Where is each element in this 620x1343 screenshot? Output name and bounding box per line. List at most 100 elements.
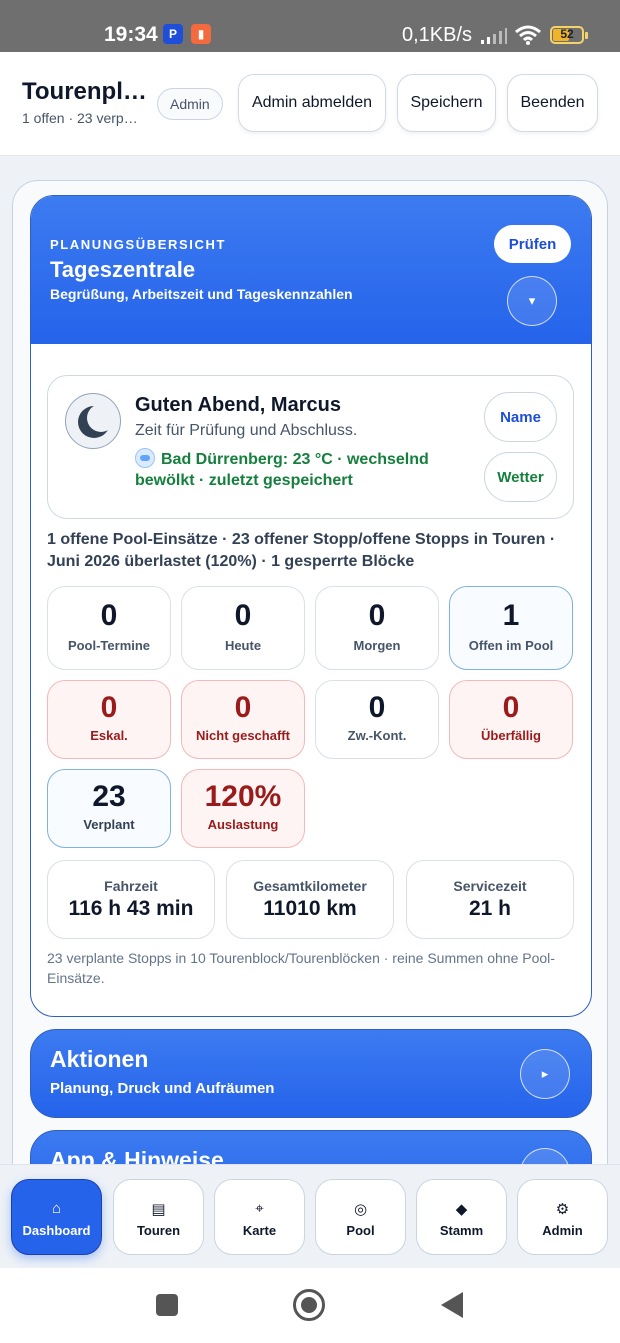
app-hints-title: App & Hinweise	[50, 1147, 224, 1164]
stat-ueberfaellig[interactable]: 0 Überfällig	[449, 680, 573, 759]
metric-label: Gesamtkilometer	[253, 878, 367, 894]
stat-value: 0	[234, 691, 252, 724]
nav-label: Karte	[242, 1223, 277, 1238]
metric-value: 116 h 43 min	[68, 897, 194, 920]
recorder-icon: ▮	[191, 24, 211, 44]
nav-karte[interactable]: ⌖ Karte	[214, 1179, 305, 1255]
home-icon: ⌂	[51, 1200, 62, 1217]
nav-touren[interactable]: ▤ Touren	[113, 1179, 204, 1255]
gear-icon: ⚙	[555, 1201, 570, 1218]
paypal-icon: P	[163, 24, 183, 44]
nav-pool[interactable]: ◎ Pool	[315, 1179, 406, 1255]
stat-value: 1	[502, 599, 520, 632]
weather-line: Bad Dürrenberg: 23 °C · wechselnd bewölk…	[135, 448, 435, 491]
stat-verplant[interactable]: 23 Verplant	[47, 769, 171, 848]
greeting-headline: Guten Abend, Marcus	[135, 394, 341, 416]
role-badge: Admin	[157, 88, 223, 120]
nav-stamm[interactable]: ◆ Stamm	[416, 1179, 507, 1255]
weather-toggle-icon	[135, 448, 155, 468]
battery-icon: 52	[550, 26, 588, 44]
app-subtitle: 1 offen · 23 verp…	[22, 110, 138, 126]
stat-label: Verplant	[83, 817, 135, 832]
metric-gesamtkilometer: Gesamtkilometer 11010 km	[226, 860, 394, 939]
check-button[interactable]: Prüfen	[494, 225, 571, 263]
stat-auslastung[interactable]: 120% Auslastung	[181, 769, 305, 848]
moon-icon	[65, 393, 121, 449]
metric-fahrzeit: Fahrzeit 116 h 43 min	[47, 860, 215, 939]
nav-label: Admin	[542, 1223, 583, 1238]
expand-icon[interactable]: ▸	[520, 1049, 570, 1099]
stat-label: Zw.-Kont.	[347, 728, 407, 743]
collapse-toggle-icon[interactable]: ▾	[507, 276, 557, 326]
expand-icon[interactable]	[520, 1148, 570, 1164]
stat-value: 23	[92, 780, 126, 813]
nav-dashboard[interactable]: ⌂ Dashboard	[11, 1179, 102, 1255]
greeting-card: Guten Abend, Marcus Zeit für Prüfung und…	[47, 375, 574, 519]
status-bar: 19:34 P ▮ 0,1KB/s 52	[0, 0, 620, 52]
recents-icon[interactable]	[156, 1294, 178, 1316]
name-button[interactable]: Name	[484, 392, 557, 442]
nav-admin[interactable]: ⚙ Admin	[517, 1179, 608, 1255]
app-title: Tourenpl…	[22, 78, 147, 105]
stops-note: 23 verplante Stopps in 10 Tourenblock/To…	[47, 950, 555, 986]
battery-level: 52	[560, 27, 574, 41]
actions-title: Aktionen	[50, 1046, 149, 1072]
actions-section-header[interactable]: Aktionen Planung, Druck und Aufräumen ▸	[30, 1029, 592, 1118]
overview-header[interactable]: PLANUNGSÜBERSICHT Tageszentrale Begrüßun…	[31, 196, 591, 344]
admin-logout-button[interactable]: Admin abmelden	[238, 74, 386, 132]
weather-button[interactable]: Wetter	[484, 452, 557, 502]
bottom-nav: ⌂ Dashboard ▤ Touren ⌖ Karte ◎ Pool ◆ St…	[0, 1164, 620, 1268]
list-icon: ▤	[151, 1201, 166, 1218]
quit-button[interactable]: Beenden	[507, 74, 598, 132]
stat-value: 0	[368, 599, 386, 632]
stat-zwischenkontrolle[interactable]: 0 Zw.-Kont.	[315, 680, 439, 759]
stat-value: 0	[502, 691, 520, 724]
overview-description: Begrüßung, Arbeitszeit und Tageskennzahl…	[50, 286, 353, 302]
main-content[interactable]: PLANUNGSÜBERSICHT Tageszentrale Begrüßun…	[0, 156, 620, 1164]
summary-text: 1 offene Pool-Einsätze · 23 offener Stop…	[47, 531, 556, 570]
stat-label: Morgen	[353, 638, 401, 653]
overview-eyebrow: PLANUNGSÜBERSICHT	[50, 237, 226, 252]
nav-label: Touren	[136, 1223, 181, 1238]
status-time: 19:34	[104, 23, 158, 46]
metric-label: Fahrzeit	[104, 878, 158, 894]
signal-icon	[481, 28, 507, 44]
stat-value: 120%	[204, 780, 282, 813]
nav-label: Pool	[346, 1223, 375, 1238]
weather-text: Bad Dürrenberg: 23 °C · wechselnd bewölk…	[135, 451, 429, 489]
overview-title: Tageszentrale	[50, 257, 196, 282]
stat-heute[interactable]: 0 Heute	[181, 586, 305, 670]
overview-panel: PLANUNGSÜBERSICHT Tageszentrale Begrüßun…	[30, 195, 592, 1017]
stat-label: Auslastung	[207, 817, 279, 832]
stat-label: Überfällig	[481, 728, 541, 743]
stat-label: Nicht geschafft	[196, 728, 290, 743]
stat-label: Pool-Termine	[67, 638, 151, 653]
app-header: Tourenpl… 1 offen · 23 verp… Admin Admin…	[0, 52, 620, 156]
nav-label: Stamm	[439, 1223, 484, 1238]
back-icon[interactable]	[441, 1292, 463, 1318]
stat-value: 0	[234, 599, 252, 632]
app-hints-section-header[interactable]: App & Hinweise	[30, 1130, 592, 1164]
stat-morgen[interactable]: 0 Morgen	[315, 586, 439, 670]
system-nav	[0, 1268, 620, 1343]
stat-value: 0	[100, 691, 118, 724]
actions-subtitle: Planung, Druck und Aufräumen	[50, 1080, 275, 1097]
metric-value: 21 h	[468, 897, 512, 920]
stat-label: Heute	[224, 638, 262, 653]
metric-servicezeit: Servicezeit 21 h	[406, 860, 574, 939]
stat-nicht-geschafft[interactable]: 0 Nicht geschafft	[181, 680, 305, 759]
metric-value: 11010 km	[263, 897, 357, 920]
stat-label: Offen im Pool	[468, 638, 554, 653]
dashboard-container: PLANUNGSÜBERSICHT Tageszentrale Begrüßun…	[12, 180, 608, 1164]
target-icon: ◎	[353, 1201, 368, 1218]
stat-offen-im-pool[interactable]: 1 Offen im Pool	[449, 586, 573, 670]
stat-pool-termine[interactable]: 0 Pool-Termine	[47, 586, 171, 670]
stat-eskalation[interactable]: 0 Eskal.	[47, 680, 171, 759]
save-button[interactable]: Speichern	[397, 74, 496, 132]
stat-value: 0	[100, 599, 118, 632]
metric-label: Servicezeit	[453, 878, 527, 894]
wifi-icon	[515, 25, 541, 45]
crosshair-icon: ⌖	[255, 1200, 264, 1217]
home-button-icon[interactable]	[293, 1289, 325, 1321]
nav-label: Dashboard	[22, 1223, 91, 1238]
